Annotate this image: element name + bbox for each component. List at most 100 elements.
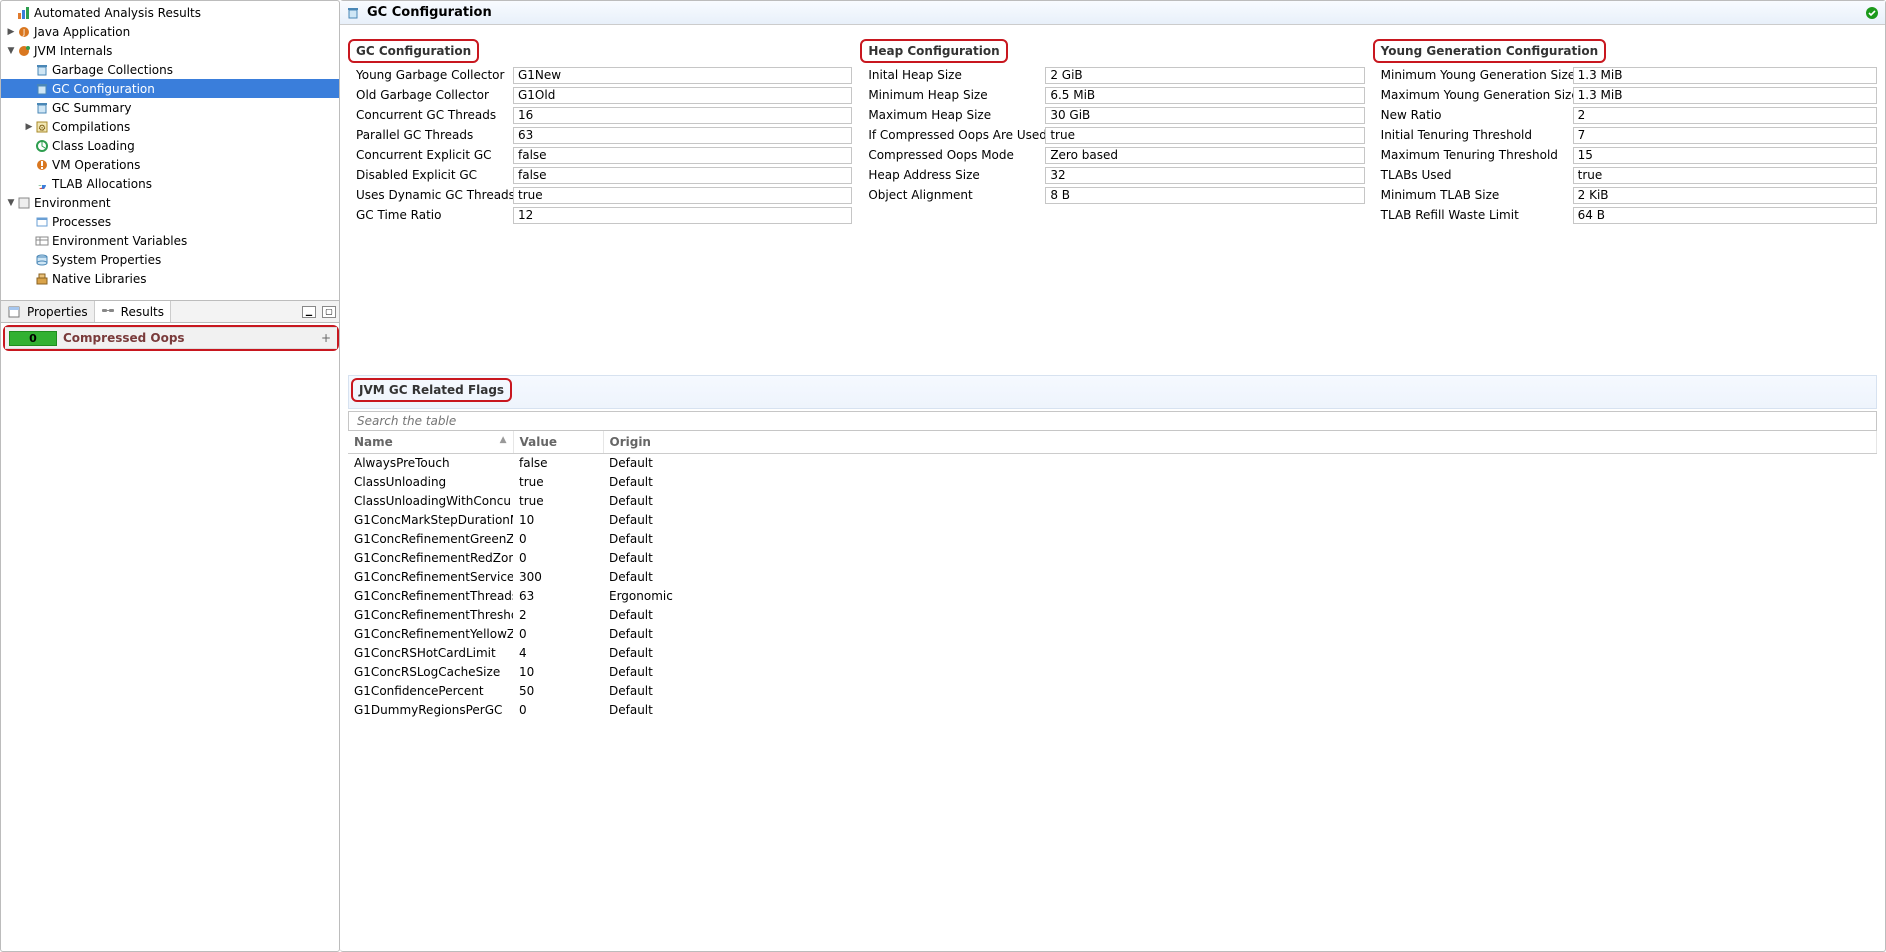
config-label: Maximum Young Generation Size <box>1373 88 1573 102</box>
navigation-tree[interactable]: Automated Analysis Results▶JJava Applica… <box>1 1 339 301</box>
config-label: Concurrent Explicit GC <box>348 148 513 162</box>
config-label: GC Time Ratio <box>348 208 513 222</box>
sysprop-icon <box>35 253 49 267</box>
tree-item-label: Environment Variables <box>52 234 187 248</box>
config-sections: GC Configuration Young Garbage Collector… <box>340 25 1885 225</box>
tree-item-environment-variables[interactable]: Environment Variables <box>1 231 339 250</box>
config-label: Disabled Explicit GC <box>348 168 513 182</box>
spacer <box>340 225 1885 375</box>
flag-origin: Default <box>603 701 1877 720</box>
java-icon: J <box>17 25 31 39</box>
config-value-input[interactable] <box>513 67 852 84</box>
minimize-view-button[interactable]: ▁ <box>302 306 316 318</box>
tree-item-automated-analysis-results[interactable]: Automated Analysis Results <box>1 3 339 22</box>
tree-item-java-application[interactable]: ▶JJava Application <box>1 22 339 41</box>
config-value-input[interactable] <box>1045 147 1364 164</box>
heap-config-header: Heap Configuration <box>860 39 1007 63</box>
tab-results[interactable]: Results <box>95 301 171 322</box>
flags-col-name[interactable]: Name▲ <box>348 431 513 454</box>
flag-origin: Default <box>603 473 1877 492</box>
table-row[interactable]: G1ConcRefinementService300Default <box>348 568 1877 587</box>
config-value-input[interactable] <box>513 107 852 124</box>
tab-properties[interactable]: Properties <box>1 301 95 322</box>
config-value-input[interactable] <box>1573 67 1877 84</box>
table-row[interactable]: G1ConcRefinementGreenZ0Default <box>348 530 1877 549</box>
twisty-icon[interactable]: ▼ <box>5 198 17 208</box>
config-value-input[interactable] <box>1573 147 1877 164</box>
config-value-input[interactable] <box>1573 167 1877 184</box>
table-row[interactable]: ClassUnloadingWithConcutrueDefault <box>348 492 1877 511</box>
tree-item-class-loading[interactable]: Class Loading <box>1 136 339 155</box>
table-row[interactable]: G1ConcRefinementThreads63Ergonomic <box>348 587 1877 606</box>
table-row[interactable]: G1ConcRSHotCardLimit4Default <box>348 644 1877 663</box>
config-value-input[interactable] <box>1573 207 1877 224</box>
config-value-input[interactable] <box>1573 127 1877 144</box>
config-value-input[interactable] <box>1573 107 1877 124</box>
config-value-input[interactable] <box>1045 167 1364 184</box>
table-row[interactable]: G1ConfidencePercent50Default <box>348 682 1877 701</box>
flag-origin: Ergonomic <box>603 587 1877 606</box>
flag-name: G1DummyRegionsPerGC <box>348 701 513 720</box>
flag-origin: Default <box>603 568 1877 587</box>
tab-results-label: Results <box>121 305 164 319</box>
flag-name: G1ConcRefinementThreads <box>348 587 513 606</box>
flags-search-input[interactable] <box>348 411 1877 431</box>
flag-name: G1ConcRefinementYellowZ <box>348 625 513 644</box>
config-value-input[interactable] <box>1045 107 1364 124</box>
flag-name: G1ConcRefinementRedZon <box>348 549 513 568</box>
flag-value: 0 <box>513 625 603 644</box>
config-value-input[interactable] <box>1045 67 1364 84</box>
table-row[interactable]: G1ConcRSLogCacheSize10Default <box>348 663 1877 682</box>
tree-item-processes[interactable]: Processes <box>1 212 339 231</box>
maximize-view-button[interactable]: ▢ <box>322 306 336 318</box>
config-value-input[interactable] <box>513 147 852 164</box>
flag-origin: Default <box>603 530 1877 549</box>
config-value-input[interactable] <box>1045 127 1364 144</box>
properties-icon <box>7 305 21 319</box>
flags-col-value[interactable]: Value <box>513 431 603 454</box>
table-row[interactable]: ClassUnloadingtrueDefault <box>348 473 1877 492</box>
tree-item-garbage-collections[interactable]: Garbage Collections <box>1 60 339 79</box>
flags-section: JVM GC Related Flags Name▲ Value Origin … <box>340 375 1885 720</box>
result-row-compressed-oops[interactable]: 0 Compressed Oops + <box>5 327 337 349</box>
tree-item-gc-configuration[interactable]: GC Configuration <box>1 79 339 98</box>
config-value-input[interactable] <box>1573 187 1877 204</box>
table-row[interactable]: AlwaysPreTouchfalseDefault <box>348 454 1877 473</box>
twisty-icon[interactable]: ▶ <box>23 122 35 132</box>
heap-config-section: Heap Configuration Inital Heap SizeMinim… <box>856 39 1368 225</box>
tree-item-system-properties[interactable]: System Properties <box>1 250 339 269</box>
tree-item-environment[interactable]: ▼Environment <box>1 193 339 212</box>
config-value-input[interactable] <box>513 207 852 224</box>
tree-item-tlab-allocations[interactable]: TLAB Allocations <box>1 174 339 193</box>
flag-name: G1ConcRSHotCardLimit <box>348 644 513 663</box>
twisty-icon[interactable]: ▶ <box>5 27 17 37</box>
flags-col-origin[interactable]: Origin <box>603 431 1877 454</box>
flag-value: 0 <box>513 701 603 720</box>
config-row: New Ratio <box>1373 105 1877 125</box>
config-row: Compressed Oops Mode <box>860 145 1364 165</box>
config-value-input[interactable] <box>513 167 852 184</box>
tree-item-compilations[interactable]: ▶⚙Compilations <box>1 117 339 136</box>
flag-origin: Default <box>603 606 1877 625</box>
table-row[interactable]: G1ConcRefinementThresho2Default <box>348 606 1877 625</box>
config-value-input[interactable] <box>1045 87 1364 104</box>
config-value-input[interactable] <box>513 187 852 204</box>
config-value-input[interactable] <box>513 127 852 144</box>
twisty-icon[interactable]: ▼ <box>5 46 17 56</box>
table-row[interactable]: G1ConcRefinementYellowZ0Default <box>348 625 1877 644</box>
config-value-input[interactable] <box>1573 87 1877 104</box>
table-row[interactable]: G1ConcRefinementRedZon0Default <box>348 549 1877 568</box>
process-icon <box>35 215 49 229</box>
config-value-input[interactable] <box>1045 187 1364 204</box>
config-value-input[interactable] <box>513 87 852 104</box>
expand-result-button[interactable]: + <box>321 331 331 345</box>
tree-item-vm-operations[interactable]: VM Operations <box>1 155 339 174</box>
config-row: Minimum TLAB Size <box>1373 185 1877 205</box>
tree-item-gc-summary[interactable]: GC Summary <box>1 98 339 117</box>
table-row[interactable]: G1DummyRegionsPerGC0Default <box>348 701 1877 720</box>
tree-item-native-libraries[interactable]: Native Libraries <box>1 269 339 288</box>
tree-item-jvm-internals[interactable]: ▼JVM Internals <box>1 41 339 60</box>
table-row[interactable]: G1ConcMarkStepDurationM10Default <box>348 511 1877 530</box>
config-label: New Ratio <box>1373 108 1573 122</box>
trash-icon <box>35 63 49 77</box>
